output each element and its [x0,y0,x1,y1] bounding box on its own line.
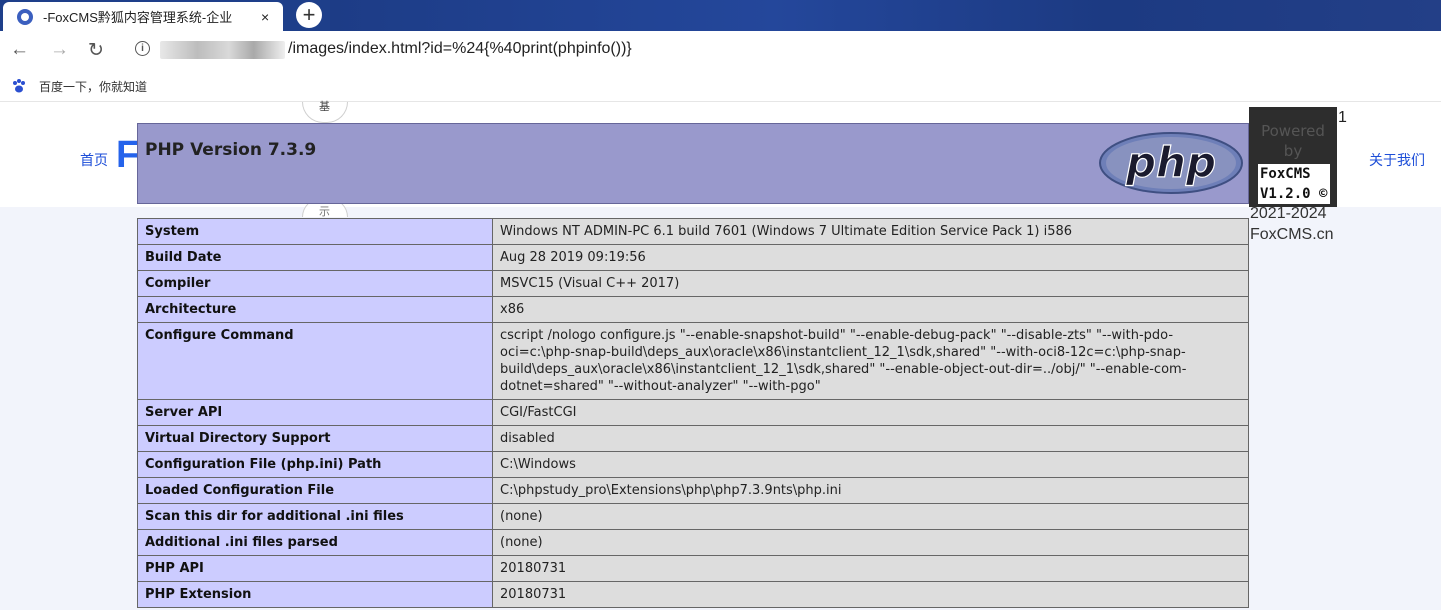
bookmarks-bar: 百度一下，你就知道 [0,71,1441,102]
table-row: PHP API 20180731 [137,555,1249,582]
back-arrow-icon[interactable]: ← [10,39,29,61]
tab-title: -FoxCMS黔狐内容管理系统-企业 [43,10,233,25]
baidu-paw-icon [13,79,25,93]
row-value: (none) [492,503,1249,530]
row-value: C:\phpstudy_pro\Extensions\php\php7.3.9n… [492,477,1249,504]
row-value: Windows NT ADMIN-PC 6.1 build 7601 (Wind… [492,218,1249,245]
table-row: Configuration File (php.ini) Path C:\Wind… [137,451,1249,478]
url-input[interactable]: /images/index.html?id=%24{%40print(phpin… [288,40,632,58]
row-label: Scan this dir for additional .ini files [137,503,493,530]
php-logo-icon: php [1099,132,1243,194]
decorative-circle-top: 基 [302,101,348,123]
site-info-icon[interactable]: i [135,41,150,56]
row-value: cscript /nologo configure.js "--enable-s… [492,322,1249,400]
forward-arrow-icon[interactable]: → [50,39,69,61]
row-value: C:\Windows [492,451,1249,478]
phpinfo-table: System Windows NT ADMIN-PC 6.1 build 7601… [137,218,1249,608]
powered-line-1: Powered [1261,122,1325,140]
row-value: 20180731 [492,581,1249,608]
powered-line-2: by [1283,142,1303,160]
site-favicon-icon [17,8,33,25]
table-row: Compiler MSVC15 (Visual C++ 2017) [137,270,1249,297]
new-tab-button[interactable]: + [296,2,322,28]
site-domain-link[interactable]: FoxCMS.cn [1250,226,1334,244]
row-value: 20180731 [492,555,1249,582]
row-value: Aug 28 2019 09:19:56 [492,244,1249,271]
table-row: System Windows NT ADMIN-PC 6.1 build 7601… [137,218,1249,245]
table-row: Build Date Aug 28 2019 09:19:56 [137,244,1249,271]
row-value: x86 [492,296,1249,323]
row-label: Configure Command [137,322,493,400]
row-label: Architecture [137,296,493,323]
row-label: System [137,218,493,245]
table-row: Virtual Directory Support disabled [137,425,1249,452]
brand-logo-letter[interactable]: F [116,134,139,177]
nav-link-home[interactable]: 首页 [80,150,108,170]
table-row: PHP Extension 20180731 [137,581,1249,608]
side-number: 1 [1338,109,1347,126]
row-label: Additional .ini files parsed [137,529,493,556]
circle-bottom-char: 示 [319,206,330,218]
row-label: Loaded Configuration File [137,477,493,504]
browser-tab[interactable]: -FoxCMS黔狐内容管理系统-企业 × [3,2,283,31]
table-row: Architecture x86 [137,296,1249,323]
row-label: Configuration File (php.ini) Path [137,451,493,478]
table-row: Server API CGI/FastCGI [137,399,1249,426]
redacted-host [160,41,285,59]
powered-by-panel: Powered by FoxCMS V1.2.0 © [1249,107,1337,207]
badge-line-1: FoxCMS [1260,166,1311,182]
phpinfo-header: PHP Version 7.3.9 php [137,123,1249,204]
address-bar: ← → ↻ i /images/index.html?id=%24{%40pri… [0,31,1441,71]
php-version-title: PHP Version 7.3.9 [145,140,317,160]
circle-top-char: 基 [319,101,330,113]
table-row: Configure Command cscript /nologo configu… [137,322,1249,400]
reload-icon[interactable]: ↻ [88,39,104,62]
nav-link-about[interactable]: 关于我们 [1369,150,1425,170]
row-value: CGI/FastCGI [492,399,1249,426]
page-content: 首页 F 关于我们 基 示 PHP Version 7.3.9 php Powe… [0,101,1441,610]
row-value: MSVC15 (Visual C++ 2017) [492,270,1249,297]
row-value: disabled [492,425,1249,452]
bookmark-baidu[interactable]: 百度一下，你就知道 [39,78,147,95]
row-label: PHP Extension [137,581,493,608]
row-value: (none) [492,529,1249,556]
row-label: Server API [137,399,493,426]
tab-strip: -FoxCMS黔狐内容管理系统-企业 × + [0,0,1441,31]
copyright-years: 2021-2024 [1250,205,1327,222]
powered-by-text: Powered by [1249,121,1337,161]
table-row: Additional .ini files parsed (none) [137,529,1249,556]
badge-line-2: V1.2.0 © [1260,186,1328,202]
tab-close-icon[interactable]: × [261,9,269,25]
row-label: Virtual Directory Support [137,425,493,452]
table-row: Scan this dir for additional .ini files(… [137,503,1249,530]
tab-strip-background [330,0,1441,31]
php-logo-text: php [1125,138,1216,187]
row-label: Build Date [137,244,493,271]
row-label: Compiler [137,270,493,297]
row-label: PHP API [137,555,493,582]
table-row: Loaded Configuration File C:\phpstudy_pro… [137,477,1249,504]
foxcms-version-badge: FoxCMS V1.2.0 © [1258,164,1330,204]
